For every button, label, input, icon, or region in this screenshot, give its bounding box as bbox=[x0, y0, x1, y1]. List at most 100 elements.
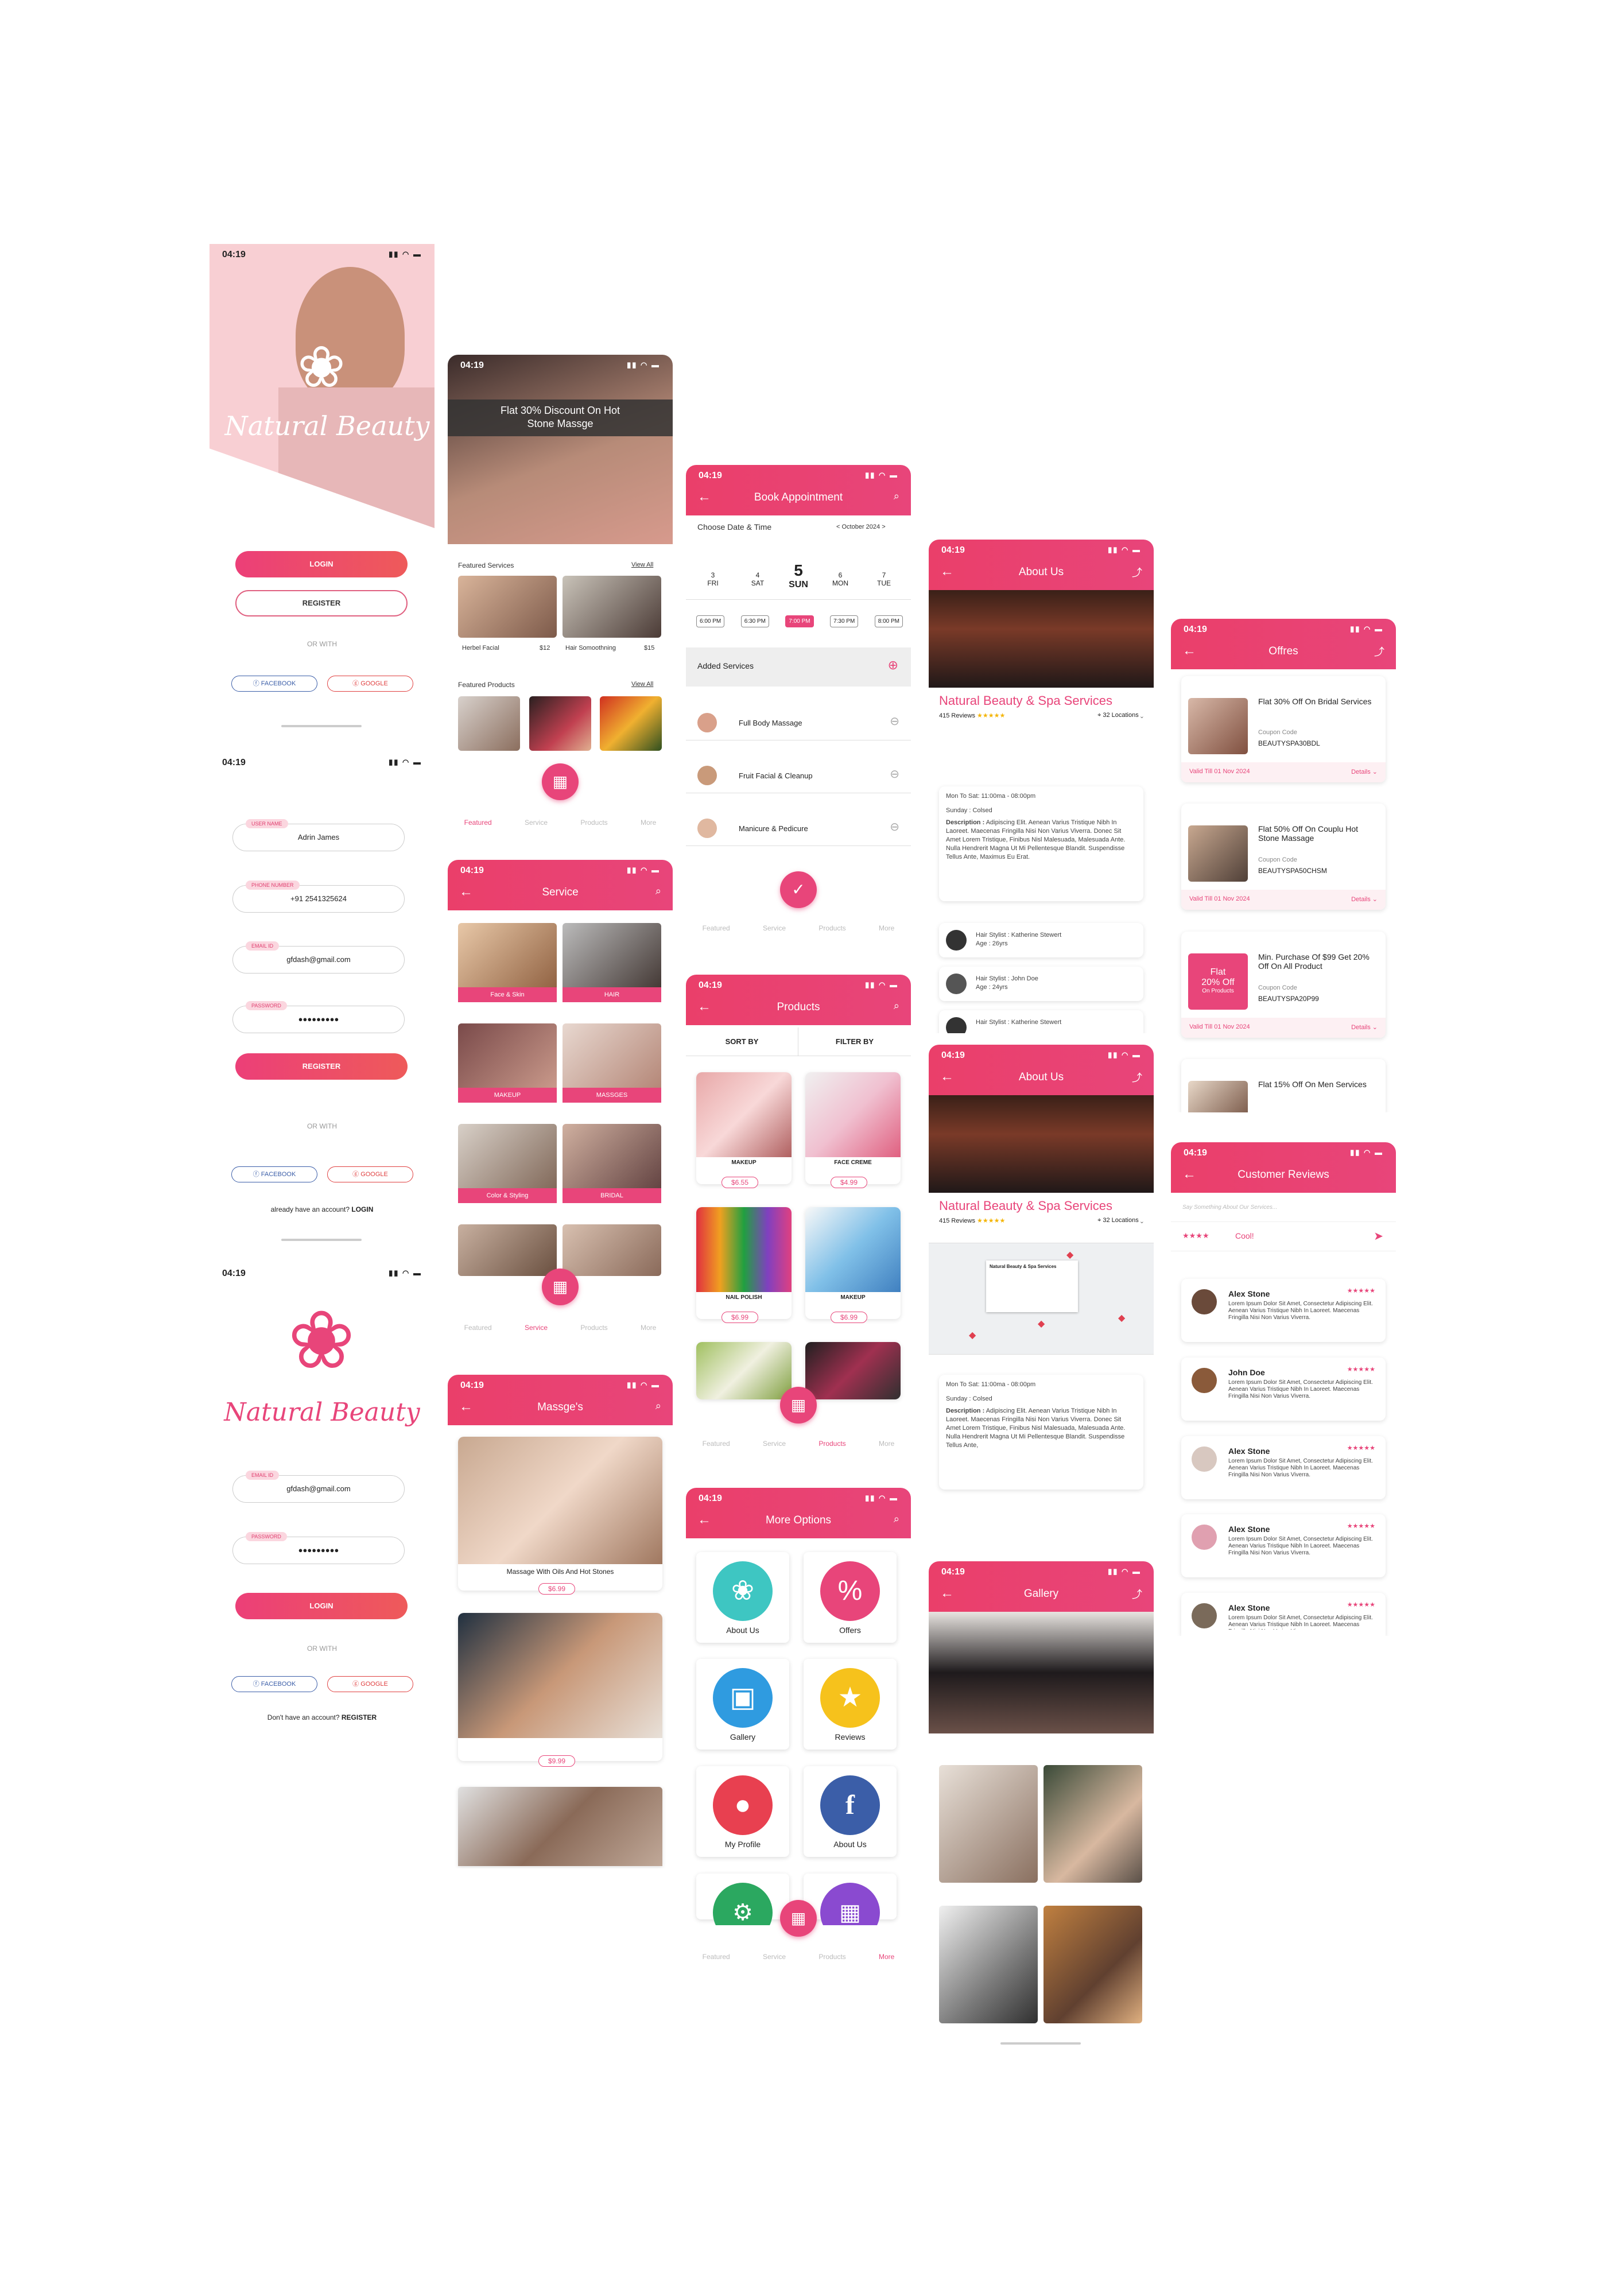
gallery-hero-image[interactable] bbox=[929, 1612, 1154, 1733]
time-slot[interactable]: 8:00 PM bbox=[874, 615, 903, 627]
login-link[interactable]: LOGIN bbox=[351, 1205, 373, 1213]
google-button[interactable]: ⓖ GOOGLE bbox=[327, 1166, 413, 1182]
send-icon[interactable]: ➤ bbox=[1374, 1229, 1383, 1243]
details-link[interactable]: Details ⌄ bbox=[1351, 895, 1378, 903]
offer-card[interactable]: Flat 20% Off On Products Min. Purchase Of … bbox=[1181, 932, 1386, 1038]
date-day[interactable]: 6 MON bbox=[827, 571, 854, 587]
search-icon[interactable]: ⌕ bbox=[894, 1513, 899, 1525]
map-pin-icon[interactable]: ◆ bbox=[1066, 1249, 1073, 1261]
user-name-field[interactable]: USER NAME Adrin James bbox=[232, 819, 405, 851]
google-button[interactable]: ⓖ GOOGLE bbox=[327, 1676, 413, 1692]
product-card[interactable]: MAKEUP bbox=[805, 1207, 901, 1319]
confirm-booking-button[interactable]: ✓ bbox=[780, 871, 817, 908]
nav-more[interactable]: More bbox=[879, 1953, 894, 1961]
book-appointment-button[interactable]: ▦ bbox=[542, 763, 579, 800]
map-pin-icon[interactable]: ◆ bbox=[1038, 1318, 1045, 1329]
locations-dropdown[interactable]: ⌖ 32 Locations ⌄ bbox=[1097, 712, 1143, 719]
nav-service[interactable]: Service bbox=[763, 924, 786, 932]
search-icon[interactable]: ⌕ bbox=[894, 490, 899, 502]
date-day-selected[interactable]: 5 SUN bbox=[782, 561, 814, 590]
nav-service[interactable]: Service bbox=[763, 1440, 786, 1448]
service-card[interactable]: MASSGES bbox=[563, 1023, 661, 1103]
time-slot[interactable]: 7:30 PM bbox=[830, 615, 859, 627]
phone-field[interactable]: PHONE NUMBER +91 2541325624 bbox=[232, 881, 405, 913]
service-card[interactable]: BRIDAL bbox=[563, 1124, 661, 1203]
service-card[interactable]: HAIR bbox=[563, 923, 661, 1002]
month-selector[interactable]: < October 2024 > bbox=[836, 523, 886, 530]
service-card[interactable] bbox=[563, 1224, 661, 1276]
map-pin-icon[interactable]: ◆ bbox=[1118, 1312, 1125, 1324]
service-image-hair[interactable] bbox=[563, 576, 661, 638]
add-service-icon[interactable]: ⊕ bbox=[888, 658, 898, 673]
sort-button[interactable]: SORT BY bbox=[686, 1027, 798, 1056]
offer-card[interactable]: Flat 15% Off On Men Services bbox=[1181, 1059, 1386, 1112]
product-card[interactable]: MAKEUP bbox=[696, 1072, 792, 1184]
stylist-card[interactable]: Hair Stylist : Katherine Stewert bbox=[939, 1010, 1143, 1033]
register-submit-button[interactable]: REGISTER bbox=[235, 1053, 408, 1080]
login-button[interactable]: LOGIN bbox=[235, 551, 408, 577]
service-card[interactable]: Face & Skin bbox=[458, 923, 557, 1002]
view-all-services-link[interactable]: View All bbox=[631, 561, 653, 568]
filter-button[interactable]: FILTER BY bbox=[798, 1027, 911, 1056]
date-day[interactable]: 7 TUE bbox=[871, 571, 897, 587]
product-card[interactable]: FACE CREME bbox=[805, 1072, 901, 1184]
details-link[interactable]: Details ⌄ bbox=[1351, 1023, 1378, 1031]
nav-products[interactable]: Products bbox=[818, 1440, 845, 1448]
facebook-button[interactable]: ⓕ FACEBOOK bbox=[231, 1676, 317, 1692]
service-card[interactable] bbox=[458, 1224, 557, 1276]
time-slot[interactable]: 6:00 PM bbox=[696, 615, 725, 627]
option-calendar[interactable]: ▦ bbox=[804, 1874, 897, 1942]
book-appointment-button[interactable]: ▦ bbox=[542, 1269, 579, 1305]
facebook-button[interactable]: ⓕ FACEBOOK bbox=[231, 676, 317, 692]
option-gallery[interactable]: ▣ Gallery bbox=[696, 1659, 789, 1750]
nav-featured[interactable]: Featured bbox=[703, 924, 730, 932]
nav-more[interactable]: More bbox=[879, 1440, 894, 1448]
massage-card[interactable] bbox=[458, 1613, 662, 1761]
service-card[interactable]: Color & Styling bbox=[458, 1124, 557, 1203]
login-button[interactable]: LOGIN bbox=[235, 1593, 408, 1619]
service-image-facial[interactable] bbox=[458, 576, 557, 638]
option-settings[interactable]: ⚙ bbox=[696, 1874, 789, 1942]
gallery-image[interactable] bbox=[939, 1765, 1038, 1883]
option-reviews[interactable]: ★ Reviews bbox=[804, 1659, 897, 1750]
nav-featured[interactable]: Featured bbox=[703, 1953, 730, 1961]
massage-card[interactable]: Massage With Oils And Hot Stones bbox=[458, 1437, 662, 1591]
product-image[interactable] bbox=[529, 696, 591, 751]
gallery-image[interactable] bbox=[1043, 1765, 1142, 1883]
option-offers[interactable]: % Offers bbox=[804, 1552, 897, 1643]
nav-more[interactable]: More bbox=[641, 819, 656, 827]
search-icon[interactable]: ⌕ bbox=[655, 1400, 661, 1412]
remove-service-icon[interactable]: ⊖ bbox=[890, 767, 899, 781]
product-card[interactable] bbox=[696, 1342, 792, 1399]
map-pin-icon[interactable]: ◆ bbox=[969, 1329, 976, 1341]
register-link[interactable]: REGISTER bbox=[342, 1713, 377, 1721]
email-field[interactable]: EMAIL ID gfdash@gmail.com bbox=[232, 1471, 405, 1503]
nav-products[interactable]: Products bbox=[818, 1953, 845, 1961]
rating-stars[interactable]: ★★★★ bbox=[1182, 1231, 1209, 1240]
nav-more[interactable]: More bbox=[879, 924, 894, 932]
facebook-button[interactable]: ⓕ FACEBOOK bbox=[231, 1166, 317, 1182]
remove-service-icon[interactable]: ⊖ bbox=[890, 820, 899, 834]
option-my-profile[interactable]: ● My Profile bbox=[696, 1766, 789, 1857]
nav-featured[interactable]: Featured bbox=[464, 819, 492, 827]
option-about-us[interactable]: ❀ About Us bbox=[696, 1552, 789, 1643]
nav-service[interactable]: Service bbox=[763, 1953, 786, 1961]
details-link[interactable]: Details ⌄ bbox=[1351, 768, 1378, 775]
nav-featured[interactable]: Featured bbox=[464, 1324, 492, 1332]
date-day[interactable]: 4 SAT bbox=[744, 571, 771, 587]
location-map[interactable]: Natural Beauty & Spa Services ◆ ◆ ◆ ◆ bbox=[929, 1243, 1154, 1355]
gallery-image[interactable] bbox=[1043, 1906, 1142, 2023]
book-appointment-button[interactable]: ▦ bbox=[780, 1387, 817, 1424]
massage-card[interactable] bbox=[458, 1787, 662, 1866]
share-icon[interactable]: ⤴ bbox=[1132, 1070, 1142, 1085]
search-icon[interactable]: ⌕ bbox=[655, 885, 661, 897]
register-button[interactable]: REGISTER bbox=[235, 590, 408, 616]
offer-card[interactable]: Flat 50% Off On Couplu Hot Stone Massage… bbox=[1181, 804, 1386, 910]
time-slot-selected[interactable]: 7:00 PM bbox=[785, 615, 814, 627]
offer-card[interactable]: Flat 30% Off On Bridal Services Coupon C… bbox=[1181, 676, 1386, 782]
service-card[interactable]: MAKEUP bbox=[458, 1023, 557, 1103]
nav-products[interactable]: Products bbox=[580, 819, 607, 827]
product-image[interactable] bbox=[458, 696, 520, 751]
share-icon[interactable]: ⤴ bbox=[1374, 644, 1384, 659]
nav-more[interactable]: More bbox=[641, 1324, 656, 1332]
